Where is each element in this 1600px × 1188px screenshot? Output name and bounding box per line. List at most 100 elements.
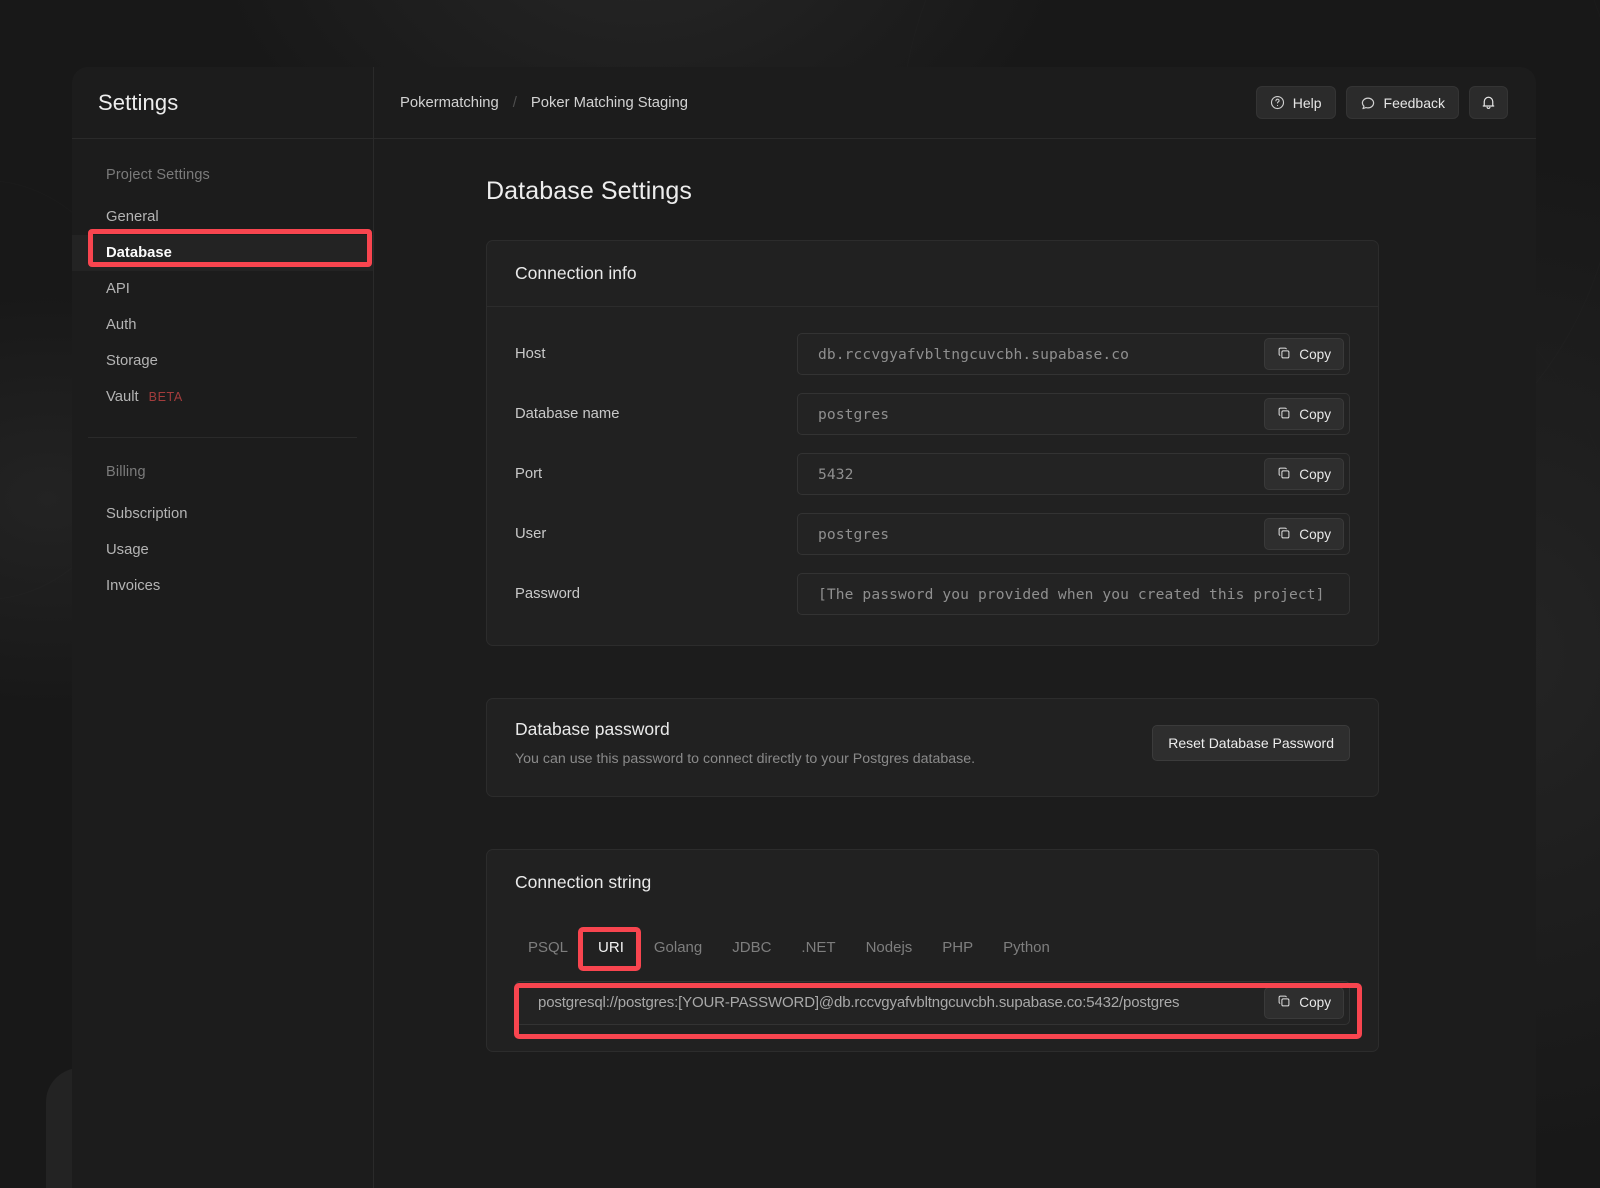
sidebar-item-label: Storage [106,351,158,371]
database-password-description: You can use this password to connect dir… [515,749,1152,770]
sidebar-item-storage[interactable]: Storage [72,343,373,379]
copy-port-button[interactable]: Copy [1264,458,1344,490]
app-window: Settings Project Settings General Databa… [72,67,1536,1188]
sidebar-item-label: Invoices [106,576,160,596]
copy-user-button[interactable]: Copy [1264,518,1344,550]
chat-bubble-icon [1360,95,1376,111]
field-row-port: Port Copy [515,453,1350,495]
copy-icon [1277,466,1291,483]
copy-host-button[interactable]: Copy [1264,338,1344,370]
breadcrumb-separator-icon: / [513,94,517,111]
top-bar: Pokermatching / Poker Matching Staging H… [374,67,1536,139]
tab-php[interactable]: PHP [929,929,986,967]
tab-python[interactable]: Python [990,929,1063,967]
nav-group-label-billing: Billing [88,464,357,496]
sidebar-item-auth[interactable]: Auth [72,307,373,343]
breadcrumb-project[interactable]: Poker Matching Staging [531,95,688,111]
help-button-label: Help [1293,95,1322,111]
sidebar-item-label: General [106,207,159,227]
page-title: Database Settings [374,177,1536,206]
password-input[interactable] [798,586,1349,603]
sidebar-item-api[interactable]: API [72,271,373,307]
connection-string-header: Connection string [487,850,1378,915]
field-row-host: Host Copy [515,333,1350,375]
sidebar-item-subscription[interactable]: Subscription [88,496,357,532]
copy-button-label: Copy [1299,995,1331,1010]
sidebar-item-usage[interactable]: Usage [88,532,357,568]
notifications-button[interactable] [1469,86,1508,119]
database-name-field-wrapper: Copy [797,393,1350,435]
main-column: Pokermatching / Poker Matching Staging H… [374,67,1536,1188]
top-bar-actions: Help Feedback [1256,86,1508,119]
sidebar-item-general[interactable]: General [72,199,373,235]
breadcrumb: Pokermatching / Poker Matching Staging [400,94,688,111]
connection-string-input[interactable] [516,994,1349,1011]
host-field-wrapper: Copy [797,333,1350,375]
nav-group-label-project-settings: Project Settings [72,167,373,199]
connection-info-body: Host Copy [487,307,1378,645]
password-field-wrapper [797,573,1350,615]
copy-connection-string-button[interactable]: Copy [1264,987,1344,1019]
database-password-text: Database password You can use this passw… [515,719,1152,770]
copy-button-label: Copy [1299,467,1331,482]
tab-psql[interactable]: PSQL [515,929,581,967]
copy-button-label: Copy [1299,527,1331,542]
settings-sidebar: Settings Project Settings General Databa… [72,67,374,1188]
port-field-wrapper: Copy [797,453,1350,495]
nav-group-project-settings: Project Settings General Database API Au… [72,139,373,415]
copy-icon [1277,406,1291,423]
question-circle-icon [1270,95,1285,110]
tab-nodejs[interactable]: Nodejs [853,929,926,967]
sidebar-item-label: Database [106,243,172,263]
sidebar-item-label: Usage [106,540,149,560]
tab-uri[interactable]: URI [585,929,637,967]
nav-group-billing: Billing Subscription Usage Invoices [88,437,357,604]
database-password-body: Database password You can use this passw… [487,699,1378,796]
database-name-label: Database name [515,406,797,422]
sidebar-item-invoices[interactable]: Invoices [88,568,357,604]
sidebar-item-label: Vault [106,387,139,407]
sidebar-item-vault[interactable]: Vault BETA [72,379,373,415]
connection-string-body: Copy [487,967,1378,1051]
user-label: User [515,526,797,542]
sidebar-title: Settings [98,90,178,116]
copy-database-name-button[interactable]: Copy [1264,398,1344,430]
tab-jdbc[interactable]: JDBC [719,929,784,967]
sidebar-item-label: API [106,279,130,299]
connection-info-header: Connection info [487,241,1378,307]
reset-database-password-button[interactable]: Reset Database Password [1152,725,1350,761]
password-label: Password [515,586,797,602]
database-password-title: Database password [515,719,1152,740]
connection-string-field-wrapper: Copy [515,981,1350,1025]
connection-info-card: Connection info Host [486,240,1379,646]
copy-icon [1277,346,1291,363]
breadcrumb-org[interactable]: Pokermatching [400,95,499,111]
port-label: Port [515,466,797,482]
sidebar-item-label: Auth [106,315,136,335]
sidebar-item-database[interactable]: Database [72,235,373,271]
field-row-database-name: Database name Copy [515,393,1350,435]
copy-button-label: Copy [1299,407,1331,422]
connection-string-title: Connection string [515,872,1350,893]
field-row-password: Password [515,573,1350,615]
feedback-button[interactable]: Feedback [1346,86,1459,119]
connection-string-tabs: PSQL URI Golang JDBC .NET Nodejs PHP Pyt… [487,915,1378,967]
user-field-wrapper: Copy [797,513,1350,555]
sidebar-header: Settings [72,67,373,139]
copy-icon [1277,994,1291,1011]
sidebar-item-label: Subscription [106,504,187,524]
bell-icon [1480,94,1497,111]
settings-content: Database Settings Connection info Host [374,139,1536,1188]
connection-info-title: Connection info [515,263,1350,284]
feedback-button-label: Feedback [1384,95,1445,111]
help-button[interactable]: Help [1256,86,1336,119]
tab-dotnet[interactable]: .NET [788,929,848,967]
host-label: Host [515,346,797,362]
copy-button-label: Copy [1299,347,1331,362]
field-row-user: User Copy [515,513,1350,555]
connection-string-card: Connection string PSQL URI Golang JDBC .… [486,849,1379,1052]
tab-golang[interactable]: Golang [641,929,715,967]
beta-badge: BETA [149,387,183,407]
database-password-card: Database password You can use this passw… [486,698,1379,797]
copy-icon [1277,526,1291,543]
